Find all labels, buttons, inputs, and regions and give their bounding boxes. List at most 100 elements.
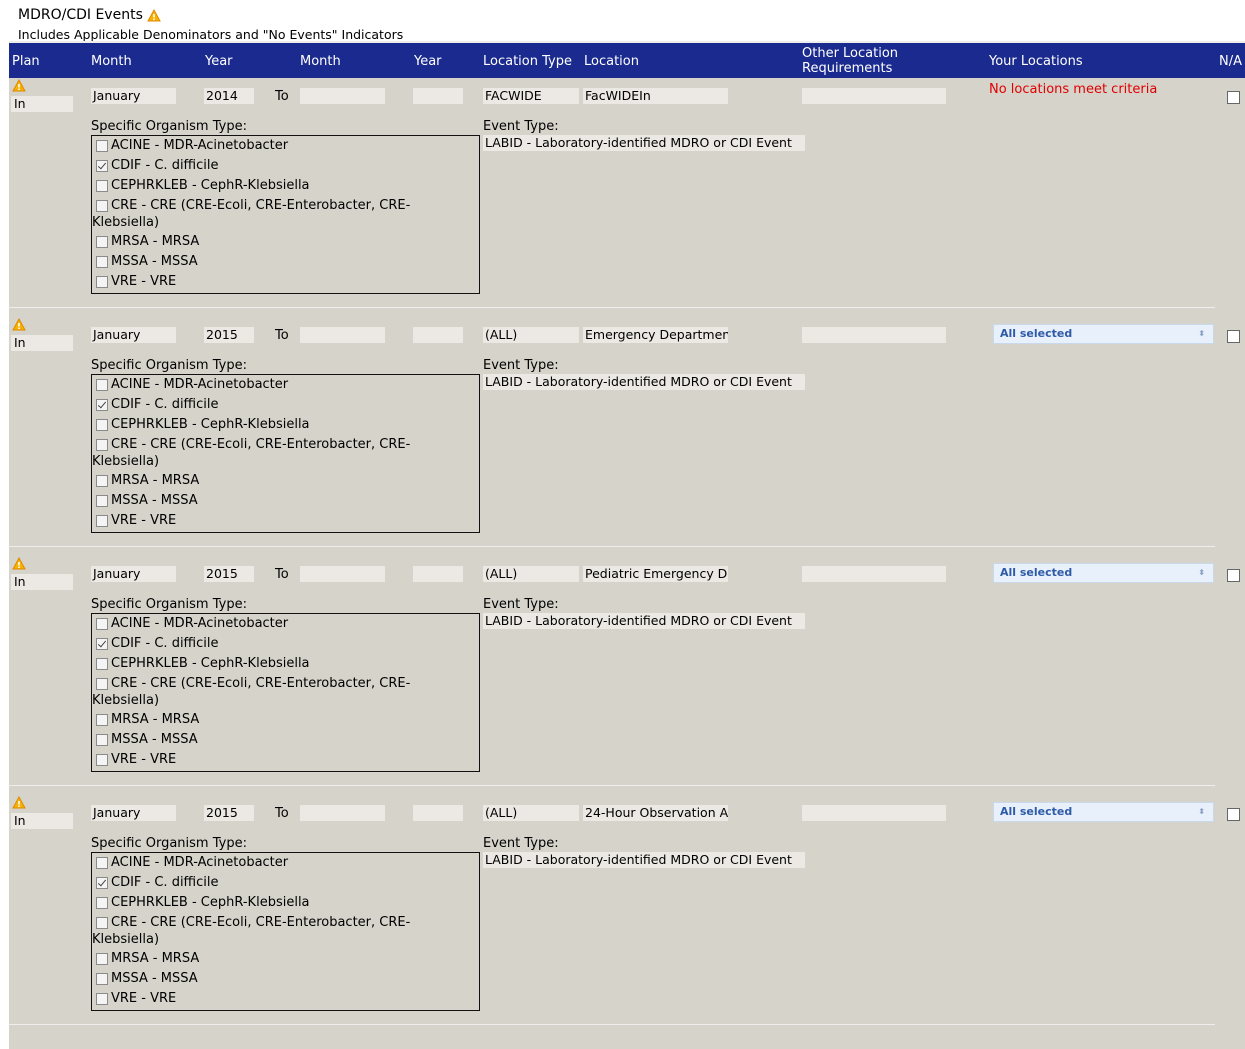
month-to-field[interactable] <box>300 88 385 104</box>
organism-item: CEPHRKLEB - CephR-Klebsiella <box>96 656 310 671</box>
organism-checkbox[interactable] <box>96 734 108 746</box>
warning-icon <box>12 79 26 92</box>
plan-field[interactable]: In <box>11 813 73 829</box>
organism-checkbox[interactable] <box>96 419 108 431</box>
warning-icon <box>12 318 26 331</box>
month-from-field[interactable]: January <box>91 88 176 104</box>
organism-checkbox[interactable] <box>96 200 108 212</box>
organism-type-label: Specific Organism Type: <box>91 597 247 612</box>
organism-checkbox[interactable] <box>96 160 108 172</box>
month-to-field[interactable] <box>300 566 385 582</box>
location-type-field[interactable]: (ALL) <box>483 327 579 343</box>
month-to-field[interactable] <box>300 805 385 821</box>
year-from-field[interactable]: 2015 <box>204 327 254 343</box>
organism-checkbox[interactable] <box>96 515 108 527</box>
location-type-field[interactable]: FACWIDE <box>483 88 579 104</box>
location-field[interactable]: 24-Hour Observation Area <box>583 805 728 821</box>
organism-checkbox[interactable] <box>96 857 108 869</box>
location-field[interactable]: FacWIDEIn <box>583 88 728 104</box>
organism-label: MRSA - MRSA <box>111 234 200 249</box>
organism-checkbox[interactable] <box>96 658 108 670</box>
organism-checkbox[interactable] <box>96 495 108 507</box>
year-from-field[interactable]: 2014 <box>204 88 254 104</box>
event-type-field[interactable]: LABID - Laboratory-identified MDRO or CD… <box>483 135 805 151</box>
organism-type-label: Specific Organism Type: <box>91 358 247 373</box>
your-locations-select[interactable]: All selected ⬍ <box>993 324 1214 344</box>
location-field[interactable]: Pediatric Emergency Department <box>583 566 728 582</box>
year-from-field[interactable]: 2015 <box>204 805 254 821</box>
organism-checkbox[interactable] <box>96 638 108 650</box>
month-from-field[interactable]: January <box>91 805 176 821</box>
organism-label: CEPHRKLEB - CephR-Klebsiella <box>111 178 310 193</box>
organism-label: MRSA - MRSA <box>111 712 200 727</box>
warning-icon <box>147 8 161 21</box>
chevron-updown-icon: ⬍ <box>1198 329 1205 338</box>
col-month-to: Month <box>300 54 341 69</box>
other-requirements-field[interactable] <box>802 805 946 821</box>
location-field[interactable]: Emergency Departmen <box>583 327 728 343</box>
organism-label: CDIF - C. difficile <box>111 397 219 412</box>
na-checkbox[interactable] <box>1227 91 1240 104</box>
your-locations-select[interactable]: All selected ⬍ <box>993 563 1214 583</box>
organism-checkbox[interactable] <box>96 180 108 192</box>
organism-item: MSSA - MSSA <box>96 971 198 986</box>
organism-checkbox[interactable] <box>96 973 108 985</box>
your-locations-value: All selected <box>1000 566 1073 579</box>
to-label: To <box>275 89 289 104</box>
na-checkbox[interactable] <box>1227 569 1240 582</box>
event-type-field[interactable]: LABID - Laboratory-identified MDRO or CD… <box>483 613 805 629</box>
your-locations-select[interactable]: All selected ⬍ <box>993 802 1214 822</box>
month-to-field[interactable] <box>300 327 385 343</box>
other-requirements-field[interactable] <box>802 327 946 343</box>
year-to-field[interactable] <box>413 566 463 582</box>
col-your-locations: Your Locations <box>989 54 1083 69</box>
organism-checkbox[interactable] <box>96 714 108 726</box>
organism-label: VRE - VRE <box>111 991 177 1006</box>
month-from-field[interactable]: January <box>91 566 176 582</box>
plan-field[interactable]: In <box>11 96 73 112</box>
na-checkbox[interactable] <box>1227 808 1240 821</box>
organism-checkbox[interactable] <box>96 897 108 909</box>
plan-field[interactable]: In <box>11 574 73 590</box>
month-from-field[interactable]: January <box>91 327 176 343</box>
year-to-field[interactable] <box>413 88 463 104</box>
organism-item: MRSA - MRSA <box>96 473 199 488</box>
location-type-field[interactable]: (ALL) <box>483 566 579 582</box>
organism-checkbox[interactable] <box>96 140 108 152</box>
organism-checkbox[interactable] <box>96 618 108 630</box>
plan-field[interactable]: In <box>11 335 73 351</box>
organism-item: CRE - CRE (CRE-Ecoli, CRE-Enterobacter, … <box>96 198 410 213</box>
event-type-field[interactable]: LABID - Laboratory-identified MDRO or CD… <box>483 852 805 868</box>
organism-checkbox[interactable] <box>96 917 108 929</box>
organism-checkbox[interactable] <box>96 379 108 391</box>
event-type-label: Event Type: <box>483 597 559 612</box>
year-from-field[interactable]: 2015 <box>204 566 254 582</box>
na-checkbox[interactable] <box>1227 330 1240 343</box>
organism-checkbox[interactable] <box>96 877 108 889</box>
organism-checkbox[interactable] <box>96 276 108 288</box>
year-to-field[interactable] <box>413 805 463 821</box>
organism-checkbox[interactable] <box>96 439 108 451</box>
location-type-field[interactable]: (ALL) <box>483 805 579 821</box>
organism-checkbox[interactable] <box>96 475 108 487</box>
organism-list: ACINE - MDR-Acinetobacter CDIF - C. diffi… <box>91 852 480 1011</box>
organism-checkbox[interactable] <box>96 256 108 268</box>
organism-checkbox[interactable] <box>96 993 108 1005</box>
event-type-field[interactable]: LABID - Laboratory-identified MDRO or CD… <box>483 374 805 390</box>
other-requirements-field[interactable] <box>802 566 946 582</box>
organism-checkbox[interactable] <box>96 754 108 766</box>
organism-label: ACINE - MDR-Acinetobacter <box>111 855 289 870</box>
organism-checkbox[interactable] <box>96 678 108 690</box>
organism-item: MSSA - MSSA <box>96 732 198 747</box>
organism-checkbox[interactable] <box>96 399 108 411</box>
other-requirements-field[interactable] <box>802 88 946 104</box>
col-location-type: Location Type <box>483 54 572 69</box>
organism-checkbox[interactable] <box>96 953 108 965</box>
year-to-field[interactable] <box>413 327 463 343</box>
organism-label: MRSA - MRSA <box>111 473 200 488</box>
to-label: To <box>275 328 289 343</box>
event-type-label: Event Type: <box>483 358 559 373</box>
event-type-label: Event Type: <box>483 836 559 851</box>
organism-checkbox[interactable] <box>96 236 108 248</box>
organism-item: CDIF - C. difficile <box>96 158 219 173</box>
